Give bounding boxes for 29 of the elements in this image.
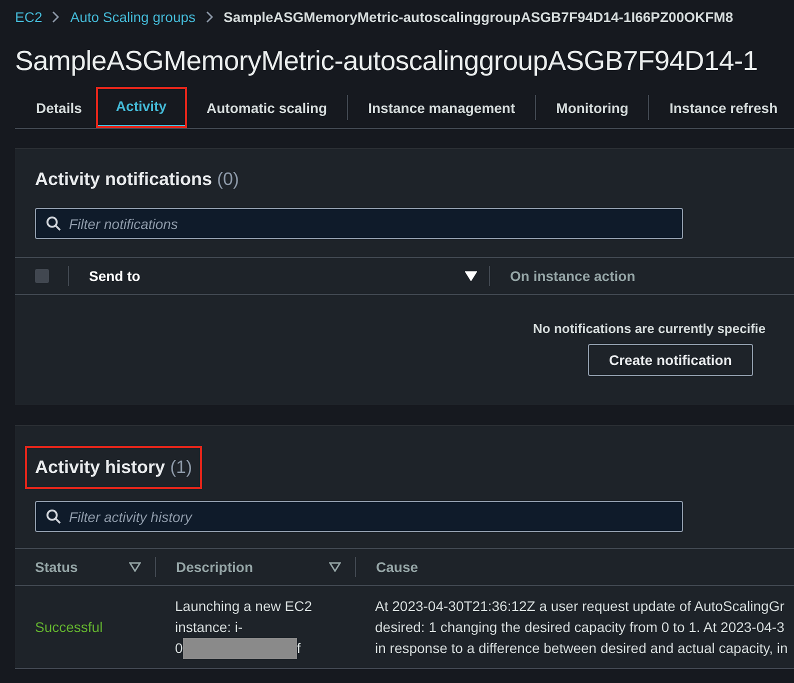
create-notification-button[interactable]: Create notification: [588, 344, 753, 376]
column-header: Cause: [376, 559, 418, 575]
description-cell: Launching a new EC2 instance: i- 0 f: [155, 596, 355, 658]
column-header: Send to: [89, 268, 140, 284]
chevron-right-icon: [206, 11, 214, 23]
breadcrumb-link[interactable]: Auto Scaling groups: [70, 9, 196, 25]
column-header: Status: [35, 559, 78, 575]
search-icon: [46, 509, 61, 524]
section-heading: Activity notifications (0): [35, 169, 240, 190]
tab[interactable]: Instance management: [347, 95, 536, 120]
cause-text: At 2023-04-30T21:36:12Z a user request update of AutoScalingGr desired: 1 changing the desired capacity from 0 to 1. At 2023-04-3 in response to a difference between desired and actual capacity, in: [374, 596, 788, 658]
page-title: SampleASGMemoryMetric-autoscalinggroupASGB7F94D14-1: [15, 45, 759, 77]
tab[interactable]: Details: [15, 87, 96, 128]
column-header: Description: [176, 559, 254, 575]
tab[interactable]: Monitoring: [535, 95, 648, 120]
tab[interactable]: Instance refresh: [648, 95, 794, 120]
tab[interactable]: Activity: [96, 87, 186, 128]
sort-caret-icon[interactable]: [329, 562, 341, 572]
status-text: Successful: [34, 618, 104, 636]
breadcrumb-link[interactable]: EC2: [15, 9, 42, 25]
column-header: On instance action: [510, 268, 636, 284]
checkbox[interactable]: [35, 269, 49, 283]
empty-message: No notifications are currently specifie: [533, 321, 766, 336]
section-heading: Activity history (1): [25, 446, 202, 489]
breadcrumb-current: SampleASGMemoryMetric-autoscalinggroupASGB7F94D14-1I66PZ00OKFM8: [224, 9, 734, 25]
tab[interactable]: Automatic scaling: [186, 87, 348, 128]
chevron-right-icon: [52, 11, 60, 23]
sort-caret-icon[interactable]: [129, 562, 141, 572]
search-icon: [46, 216, 61, 231]
